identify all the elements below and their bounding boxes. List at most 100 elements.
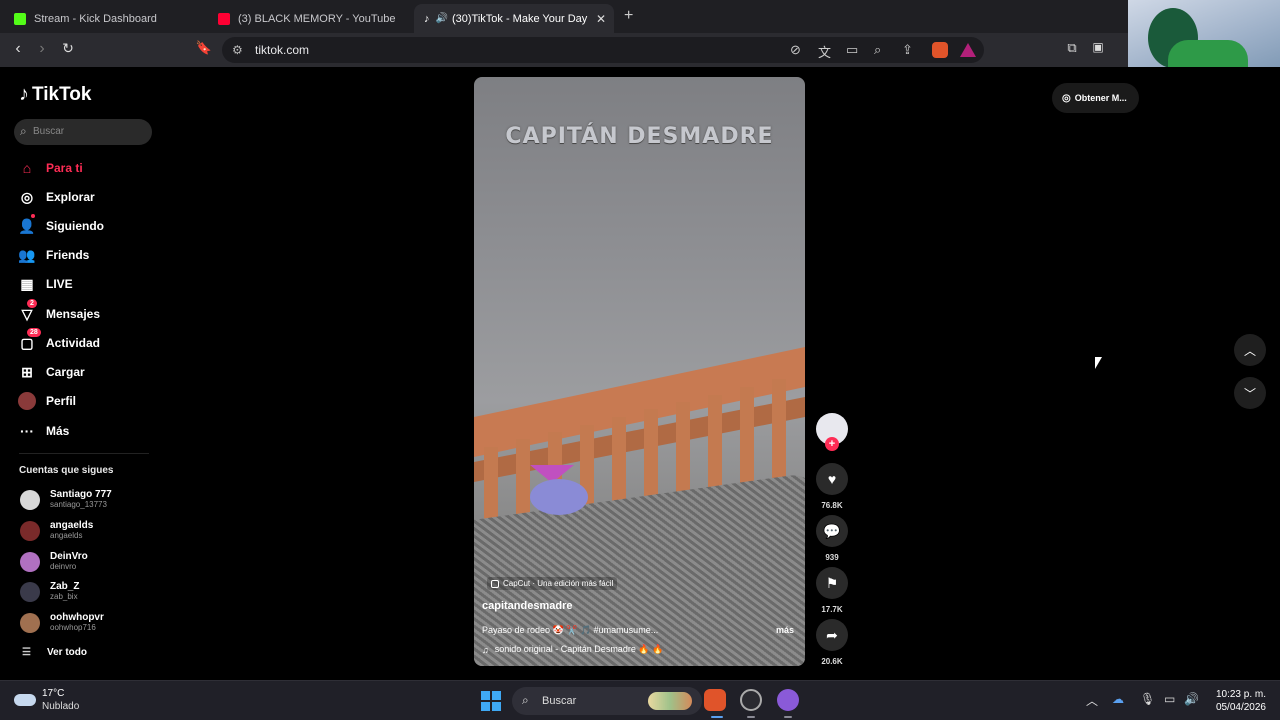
nav-mas[interactable]: ··· Más — [18, 422, 69, 440]
compass-icon: ◎ — [20, 188, 34, 205]
nav-perfil[interactable]: Perfil — [18, 392, 76, 410]
tiktok-logo[interactable]: ♪ TikTok — [19, 83, 91, 106]
youtube-icon — [218, 12, 230, 25]
app-icon: ◎ — [1062, 92, 1071, 104]
home-icon: ⌂ — [22, 160, 32, 176]
search-highlight-icon — [648, 692, 692, 710]
activity-badge: 28 — [27, 328, 41, 337]
video-player[interactable]: CAPITÁN DESMADRE CapCut · Una edición má… — [474, 77, 805, 666]
share-icon[interactable]: ⇪ — [902, 42, 913, 58]
like-action[interactable]: ♥ 76.8K — [816, 463, 848, 510]
reload-icon[interactable]: ↻ — [58, 40, 78, 57]
following-handle: santiago_13773 — [50, 500, 107, 509]
nav-explorar[interactable]: ◎ Explorar — [18, 188, 95, 206]
url-text[interactable]: tiktok.com — [255, 43, 309, 57]
brave-rewards-icon[interactable] — [960, 43, 976, 57]
network-icon[interactable]: ▭ — [1164, 692, 1175, 706]
chat-app-icon[interactable] — [777, 689, 799, 711]
volume-icon[interactable]: 🔊 — [1184, 692, 1199, 706]
nav-mensajes[interactable]: ▽ 2 Mensajes — [18, 299, 100, 323]
close-tab-icon[interactable]: ✕ — [596, 12, 606, 26]
video-title-overlay: CAPITÁN DESMADRE — [505, 124, 774, 149]
nav-siguiendo[interactable]: 👤 Siguiendo — [18, 214, 104, 235]
following-icon: 👤 — [18, 214, 36, 235]
share-count: 20.6K — [821, 657, 843, 666]
cast-icon[interactable]: ▭ — [846, 42, 858, 58]
back-icon[interactable]: ‹ — [8, 40, 28, 58]
sidebar-toggle-icon[interactable]: ▣ — [1088, 40, 1108, 54]
tab-tiktok[interactable]: ♪ 🔊 (30)TikTok - Make Your Day ✕ — [414, 4, 614, 33]
save-action[interactable]: ⚑ 17.7K — [816, 567, 848, 614]
capcut-label: CapCut · Una edición más fácil — [503, 579, 614, 588]
taskbar-search[interactable]: ⌕ Buscar — [512, 687, 702, 715]
address-bar[interactable]: ⚙ tiktok.com ⊘ 文 ▭ ⌕ ⇪ — [222, 37, 984, 63]
onedrive-icon[interactable]: ☁ — [1112, 692, 1124, 706]
comment-action[interactable]: 💬 939 — [816, 515, 848, 562]
extensions-icon[interactable]: ⧉ — [1062, 40, 1082, 56]
tiktok-page: ♪ TikTok ⌕ Buscar ⌂ Para ti ◎ Explorar 👤… — [0, 67, 1280, 679]
sidebar-divider — [19, 453, 149, 454]
more-button[interactable]: más — [776, 625, 794, 635]
save-count: 17.7K — [821, 605, 843, 614]
translate-icon[interactable]: 文 — [818, 42, 831, 61]
following-handle: zab_bix — [50, 592, 78, 601]
obs-icon[interactable] — [740, 689, 762, 711]
forward-icon[interactable]: › — [32, 40, 52, 58]
search-icon: ⌕ — [20, 124, 27, 138]
nav-live[interactable]: ▦ LIVE — [18, 275, 72, 293]
previous-video-button[interactable]: ︿ — [1234, 334, 1266, 366]
tray-expand-icon[interactable]: ︿ — [1086, 692, 1098, 709]
tab-kick[interactable]: Stream - Kick Dashboard — [4, 4, 208, 33]
messages-badge: 2 — [27, 299, 37, 308]
share-arrow-icon[interactable]: ➦ — [816, 619, 848, 651]
following-item[interactable]: Santiago 777 santiago_13773 — [20, 489, 112, 510]
avatar — [20, 551, 40, 572]
nav-cargar[interactable]: ⊞ Cargar — [18, 363, 85, 381]
media-off-icon[interactable]: ⊘ — [790, 42, 801, 58]
capcut-tag[interactable]: CapCut · Una edición más fácil — [487, 577, 618, 590]
next-video-button[interactable]: ﹀ — [1234, 377, 1266, 409]
nav-para-ti[interactable]: ⌂ Para ti — [18, 159, 83, 177]
nav-label: Cargar — [46, 365, 85, 379]
following-item[interactable]: DeinVro deinvro — [20, 551, 88, 572]
nav-actividad[interactable]: ▢ 28 Actividad — [18, 328, 101, 352]
more-icon: ··· — [20, 423, 34, 439]
app-indicator — [747, 716, 755, 718]
bookmark-icon[interactable]: ⚑ — [816, 567, 848, 599]
clock[interactable]: 10:23 p. m. 05/04/2026 — [1210, 688, 1266, 714]
following-name: oohwhopvr — [50, 612, 104, 623]
bookmark-icon[interactable]: 🔖 — [194, 40, 214, 56]
tab-youtube[interactable]: (3) BLACK MEMORY - YouTube — [208, 4, 412, 33]
video-character — [530, 479, 588, 515]
search-input[interactable]: ⌕ Buscar — [14, 119, 152, 145]
nav-friends[interactable]: 👥 Friends — [18, 246, 89, 264]
site-info-icon[interactable]: ⚙ — [232, 43, 243, 57]
comment-icon[interactable]: 💬 — [816, 515, 848, 547]
see-all-button[interactable]: ☰ Ver todo — [22, 647, 87, 658]
nav-label: Actividad — [46, 336, 101, 350]
share-action[interactable]: ➦ 20.6K — [816, 619, 848, 666]
follow-plus-button[interactable]: + — [825, 437, 839, 451]
activity-icon: ▢ 28 — [18, 328, 41, 352]
zoom-icon[interactable]: ⌕ — [874, 42, 881, 58]
video-sound[interactable]: ♫ sonido original - Capitán Desmadre 🔥 🔥 — [482, 644, 663, 655]
clock-date: 05/04/2026 — [1215, 702, 1266, 713]
clock-time: 10:23 p. m. — [1215, 689, 1266, 700]
microphone-icon[interactable]: 🎙 — [1140, 692, 1155, 706]
weather-widget[interactable]: 17°C Nublado — [14, 687, 79, 713]
following-item[interactable]: Zab_Z zab_bix — [20, 581, 79, 602]
avatar — [20, 612, 40, 633]
chevron-down-icon: ﹀ — [1243, 386, 1256, 401]
following-item[interactable]: angaelds angaelds — [20, 520, 93, 541]
windows-start-icon[interactable] — [481, 691, 501, 711]
following-item[interactable]: oohwhopvr oohwhop716 — [20, 612, 104, 633]
tab-title: (30)TikTok - Make Your Day — [451, 12, 588, 25]
get-app-button[interactable]: ◎ Obtener M... — [1052, 83, 1139, 113]
heart-icon[interactable]: ♥ — [816, 463, 848, 495]
brave-shields-icon[interactable] — [932, 42, 948, 58]
following-name: Zab_Z — [50, 581, 80, 592]
chevron-up-icon: ︿ — [1243, 343, 1256, 358]
video-author[interactable]: capitandesmadre — [482, 600, 572, 612]
brave-browser-icon[interactable] — [704, 689, 726, 711]
new-tab-button[interactable]: + — [624, 7, 633, 25]
